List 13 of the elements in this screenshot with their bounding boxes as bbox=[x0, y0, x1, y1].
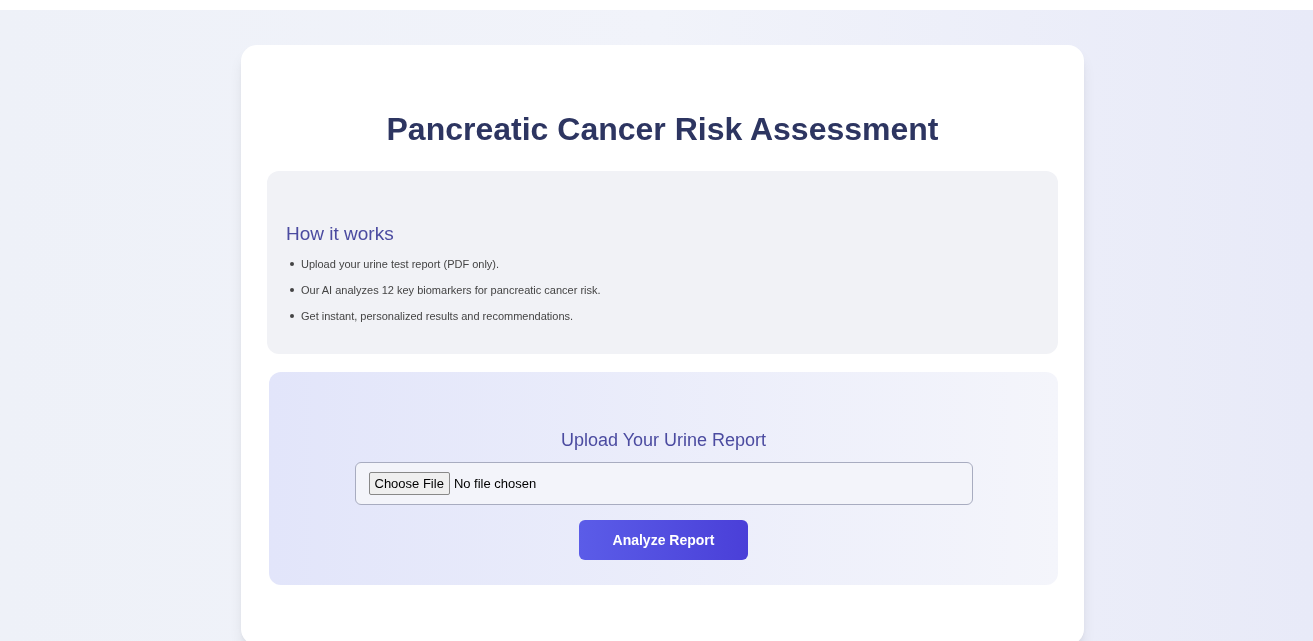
bullet-icon bbox=[290, 288, 294, 292]
file-input[interactable]: Choose File No file chosen bbox=[354, 462, 973, 505]
list-item: Our AI analyzes 12 key biomarkers for pancreatic cancer risk. bbox=[301, 283, 601, 298]
section-heading: Upload Your Urine Report bbox=[560, 429, 767, 452]
bullet-icon bbox=[290, 314, 294, 318]
list-item: Upload your urine test report (PDF only). bbox=[301, 257, 500, 272]
choose-file-button[interactable]: Choose File bbox=[368, 471, 450, 496]
bullet-icon bbox=[290, 262, 294, 266]
page-title: Pancreatic Cancer Risk Assessment bbox=[385, 110, 940, 149]
list-item: Get instant, personalized results and recommendations. bbox=[301, 309, 574, 324]
section-heading: How it works bbox=[286, 222, 395, 246]
analyze-button[interactable]: Analyze Report bbox=[579, 520, 748, 560]
file-status: No file chosen bbox=[453, 474, 537, 493]
